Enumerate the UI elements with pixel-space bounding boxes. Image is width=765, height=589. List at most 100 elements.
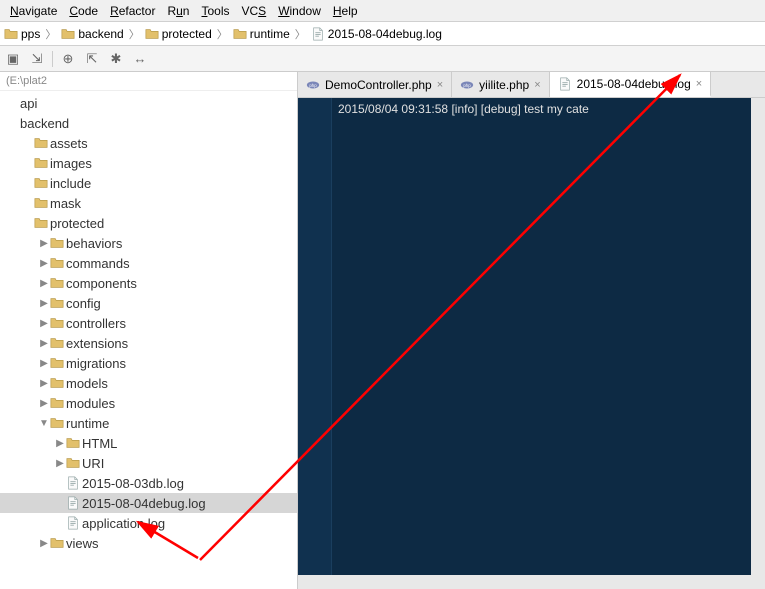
tree-label: assets <box>48 136 88 151</box>
tree-folder[interactable]: images <box>0 153 297 173</box>
editor-content: 2015/08/04 09:31:58 [info] [debug] test … <box>338 102 589 116</box>
expand-button[interactable]: ⇱ <box>83 50 101 68</box>
tree-folder[interactable]: backend <box>0 113 297 133</box>
collapse-all-button[interactable]: ⇲ <box>28 50 46 68</box>
breadcrumb-segment[interactable]: backend <box>59 27 125 41</box>
close-icon[interactable]: × <box>696 78 702 90</box>
editor-pane: phpDemoController.php×phpyiilite.php×201… <box>298 72 765 589</box>
tree-folder[interactable]: ▶HTML <box>0 433 297 453</box>
tab-label: yiilite.php <box>479 78 529 92</box>
folder-icon <box>50 316 64 330</box>
folder-icon <box>50 536 64 550</box>
folder-icon <box>50 356 64 370</box>
tree-folder[interactable]: protected <box>0 213 297 233</box>
breadcrumb-segment[interactable]: pps <box>2 27 42 41</box>
file-icon <box>66 476 80 490</box>
tree-label: runtime <box>64 416 109 431</box>
tree-label: application.log <box>80 516 165 531</box>
editor-tab[interactable]: php DemoController.php × <box>298 72 452 97</box>
menu-bar: NavigateCodeRefactorRunToolsVCSWindowHel… <box>0 0 765 22</box>
breadcrumb-label: pps <box>21 27 40 41</box>
tree-folder[interactable]: ▶behaviors <box>0 233 297 253</box>
editor-tab[interactable]: 2015-08-04debug.log× <box>550 72 712 97</box>
tree-folder[interactable]: ▶commands <box>0 253 297 273</box>
close-icon[interactable]: × <box>534 79 540 91</box>
hide-button[interactable]: ↔ <box>131 50 149 68</box>
chevron-right-icon: ▶ <box>38 278 50 289</box>
tree-folder[interactable]: ▶extensions <box>0 333 297 353</box>
tree-folder[interactable]: ▶components <box>0 273 297 293</box>
menu-window[interactable]: Window <box>272 2 327 20</box>
folder-icon <box>4 27 18 41</box>
toolbar-separator <box>52 51 53 67</box>
chevron-right-icon: ▶ <box>38 258 50 269</box>
tree-folder[interactable]: ▶models <box>0 373 297 393</box>
tree-folder[interactable]: include <box>0 173 297 193</box>
menu-tools[interactable]: Tools <box>195 2 235 20</box>
chevron-down-icon: ▼ <box>38 418 50 429</box>
editor[interactable]: 2015/08/04 09:31:58 [info] [debug] test … <box>298 98 765 589</box>
tree-folder[interactable]: mask <box>0 193 297 213</box>
horizontal-scrollbar[interactable] <box>298 575 751 589</box>
tree-folder[interactable]: ▶ migrations <box>0 353 297 373</box>
chevron-right-icon: ▶ <box>38 338 50 349</box>
tab-label: DemoController.php <box>325 78 432 92</box>
breadcrumb-segment[interactable]: 2015-08-04debug.log <box>309 27 444 41</box>
folder-icon <box>34 216 48 230</box>
folder-icon <box>50 396 64 410</box>
breadcrumb-segment[interactable]: runtime <box>231 27 292 41</box>
collapse-button[interactable]: ▣ <box>4 50 22 68</box>
php-icon: php <box>306 78 320 92</box>
tree-folder[interactable]: ▶ modules <box>0 393 297 413</box>
menu-run[interactable]: Run <box>161 2 195 20</box>
breadcrumb-label: backend <box>78 27 123 41</box>
tree-label: migrations <box>64 356 126 371</box>
tree-label: modules <box>64 396 115 411</box>
breadcrumb: pps〉backend〉protected〉runtime〉2015-08-04… <box>0 22 765 46</box>
chevron-right-icon: ▶ <box>38 358 50 369</box>
tree-folder[interactable]: ▶URI <box>0 453 297 473</box>
tree-folder[interactable]: assets <box>0 133 297 153</box>
menu-navigate[interactable]: Navigate <box>4 2 63 20</box>
chevron-right-icon: ▶ <box>38 238 50 249</box>
vertical-scrollbar[interactable] <box>751 98 765 589</box>
tree-folder[interactable]: api <box>0 93 297 113</box>
tree-label: config <box>64 296 101 311</box>
tree-file[interactable]: 2015-08-04debug.log <box>0 493 297 513</box>
file-icon <box>558 77 572 91</box>
chevron-right-icon: ▶ <box>38 398 50 409</box>
tree-file[interactable]: 2015-08-03db.log <box>0 473 297 493</box>
tree-file[interactable]: application.log <box>0 513 297 533</box>
folder-icon <box>50 256 64 270</box>
folder-icon <box>34 156 48 170</box>
chevron-right-icon: 〉 <box>42 26 59 42</box>
menu-help[interactable]: Help <box>327 2 364 20</box>
close-icon[interactable]: × <box>437 79 443 91</box>
folder-icon <box>50 296 64 310</box>
folder-icon <box>233 27 247 41</box>
tree-folder[interactable]: ▼ runtime <box>0 413 297 433</box>
chevron-right-icon: ▶ <box>38 378 50 389</box>
tree-folder[interactable]: ▶config <box>0 293 297 313</box>
menu-refactor[interactable]: Refactor <box>104 2 161 20</box>
editor-tab[interactable]: phpyiilite.php× <box>452 72 549 97</box>
locate-button[interactable]: ⊕ <box>59 50 77 68</box>
breadcrumb-label: protected <box>162 27 212 41</box>
settings-button[interactable]: ✱ <box>107 50 125 68</box>
tree-folder[interactable]: ▶views <box>0 533 297 553</box>
folder-icon <box>50 276 64 290</box>
tree-label: 2015-08-03db.log <box>80 476 184 491</box>
tree-folder[interactable]: ▶controllers <box>0 313 297 333</box>
chevron-right-icon: ▶ <box>54 438 66 449</box>
project-tree[interactable]: api backend assets imagesincludemaskprotect… <box>0 91 297 553</box>
breadcrumb-segment[interactable]: protected <box>143 27 214 41</box>
menu-code[interactable]: Code <box>63 2 104 20</box>
folder-icon <box>50 336 64 350</box>
main-split: (E:\plat2 apibackendassetsimagesincludem… <box>0 72 765 589</box>
tree-label: controllers <box>64 316 126 331</box>
chevron-right-icon: 〉 <box>126 26 143 42</box>
chevron-right-icon: ▶ <box>38 538 50 549</box>
editor-tabs: phpDemoController.php×phpyiilite.php×201… <box>298 72 765 98</box>
menu-vcs[interactable]: VCS <box>236 2 273 20</box>
tree-label: api <box>18 96 37 111</box>
